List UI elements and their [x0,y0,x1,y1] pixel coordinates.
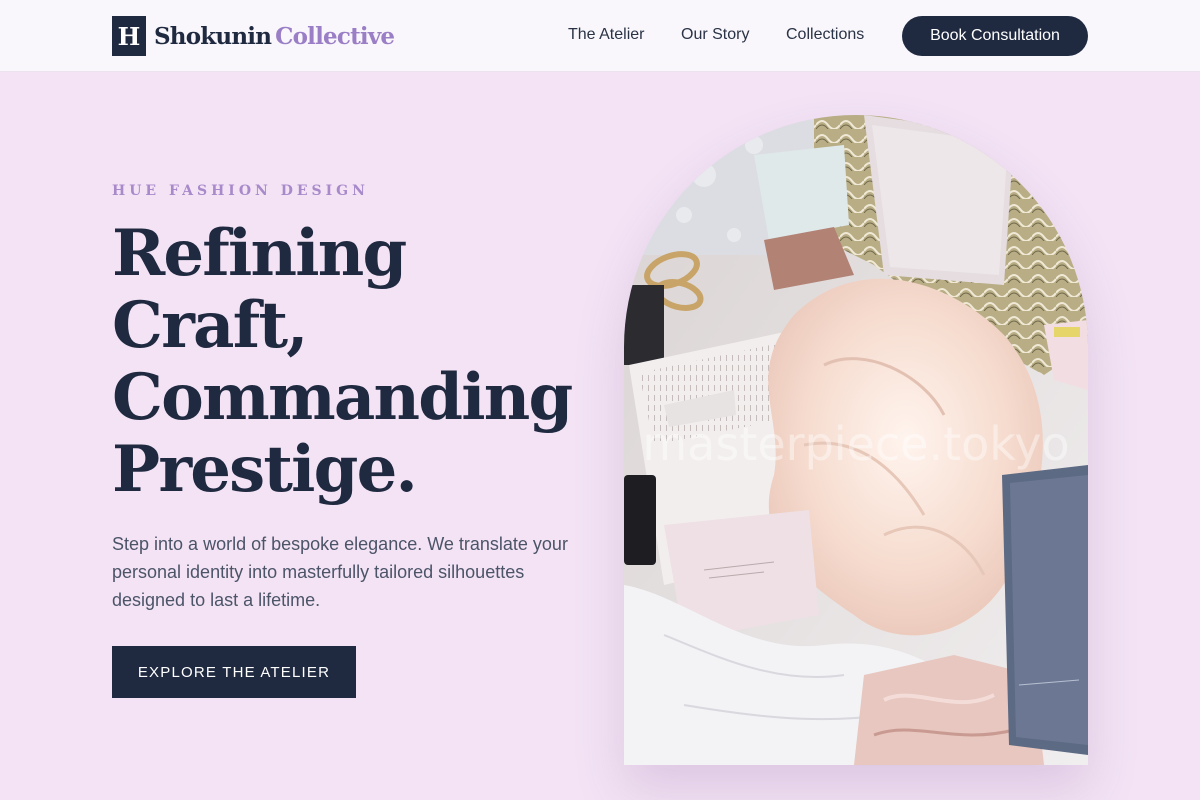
site-header: H Shokunin Collective The Atelier Our Sto… [0,0,1200,72]
nav-link-the-atelier[interactable]: The Atelier [568,26,644,44]
hero-arch-image: masterpiece.tokyo [624,115,1088,765]
brand-logo[interactable]: H Shokunin Collective [112,16,395,56]
nav-link-collections[interactable]: Collections [786,26,864,44]
explore-atelier-button[interactable]: EXPLORE THE ATELIER [112,646,356,698]
headline-line-1: Refining [112,216,407,291]
tailoring-flatlay-photo: masterpiece.tokyo [624,115,1088,765]
hero-eyebrow: HUE FASHION DESIGN [112,183,369,199]
book-consultation-button[interactable]: Book Consultation [902,16,1088,56]
headline-line-2: Craft, [112,288,309,363]
brand-name: Shokunin Collective [154,22,395,50]
headline-line-4: Prestige. [112,432,418,507]
brand-name-secondary: Collective [275,22,395,50]
logo-mark-icon: H [112,16,146,56]
brand-name-primary: Shokunin [154,22,272,50]
hero-description: Step into a world of bespoke elegance. W… [112,534,568,610]
nav-link-our-story[interactable]: Our Story [681,26,749,44]
headline-line-3: Commanding [112,360,573,435]
image-watermark: masterpiece.tokyo [642,417,1069,471]
hero-headline: Refining Craft, Commanding Prestige. [112,218,582,506]
